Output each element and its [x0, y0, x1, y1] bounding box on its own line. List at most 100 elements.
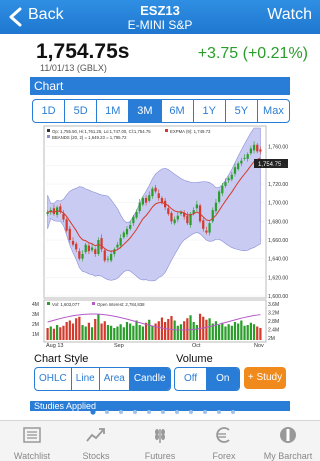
- candle-body: [103, 250, 106, 261]
- quote-date: 11/01/13 (GBLX): [40, 63, 107, 73]
- bbands-legend-swatch: [47, 135, 50, 138]
- volume-bar: [189, 315, 192, 340]
- volume-bar: [71, 323, 75, 340]
- watchlist-icon: [23, 427, 41, 443]
- volume-bar: [230, 325, 233, 340]
- volume-bar: [160, 317, 164, 340]
- tab-futures[interactable]: Futures: [128, 426, 192, 461]
- candle-body: [256, 144, 259, 152]
- candle-body: [106, 258, 110, 260]
- volume-axis-right-label: 2M: [268, 336, 275, 342]
- page-dot: [147, 410, 151, 414]
- price-chart[interactable]: Op: 1,755.50, Hi:1,761.25, Lo:1,747.00, …: [30, 124, 290, 348]
- page-dot: [203, 410, 207, 414]
- bbands-legend: BBANDS (20, 2) = 1,649.23 = 1,795.72: [52, 135, 127, 140]
- volume-axis-right-label: 2.4M: [268, 328, 279, 334]
- volume-bar: [179, 324, 183, 340]
- candle-body: [186, 215, 189, 224]
- volume-bar: [186, 318, 189, 340]
- style-line[interactable]: Line: [72, 368, 100, 390]
- volume-bar: [157, 321, 160, 340]
- candle-body: [157, 193, 160, 198]
- volume-axis-left-label: 1M: [32, 332, 39, 338]
- tab-my-barchart[interactable]: My Barchart: [256, 426, 320, 461]
- candle-body: [119, 238, 122, 246]
- candle-body: [113, 249, 116, 254]
- page-dot-active: [90, 409, 96, 415]
- page-dot: [175, 410, 179, 414]
- volume-bar: [52, 328, 56, 340]
- volume-bar: [148, 319, 151, 340]
- range-5d[interactable]: 5D: [65, 100, 98, 122]
- range-6m[interactable]: 6M: [162, 100, 194, 122]
- candle-body: [167, 208, 170, 214]
- candle-body: [141, 198, 144, 205]
- volume-bar: [113, 328, 116, 340]
- range-max[interactable]: Max: [258, 100, 289, 122]
- tab-watchlist[interactable]: Watchlist: [0, 426, 64, 461]
- volume-bar: [170, 316, 173, 340]
- candle-body: [249, 148, 252, 154]
- add-study-button[interactable]: + Study: [244, 367, 286, 389]
- candle-body: [110, 254, 113, 261]
- expma-legend: EXPMA (9): 1,749.73: [170, 129, 211, 134]
- volume-on[interactable]: On: [207, 368, 239, 390]
- page-indicator[interactable]: [88, 408, 238, 416]
- candle-body: [208, 223, 211, 233]
- candle-body: [125, 228, 129, 235]
- volume-bar: [49, 326, 52, 340]
- candle-body: [202, 220, 205, 229]
- volume-bar: [164, 322, 167, 340]
- volume-bar: [122, 327, 125, 340]
- volume-bar: [141, 326, 144, 340]
- volume-bar: [151, 325, 154, 340]
- range-3m[interactable]: 3M: [129, 100, 162, 122]
- candle-body: [138, 202, 141, 212]
- candle-body: [116, 244, 119, 248]
- page-dot: [119, 410, 123, 414]
- range-selector: 1D 5D 1M 3M 6M 1Y 5Y Max: [32, 99, 290, 123]
- volume-bar: [135, 320, 138, 340]
- candle-body: [214, 202, 218, 212]
- watch-button[interactable]: Watch: [267, 6, 312, 24]
- candle-body: [189, 213, 192, 226]
- volume-axis-right-label: 3.6M: [268, 302, 279, 308]
- volume-bar: [78, 316, 81, 340]
- volume-bar: [192, 322, 195, 340]
- volume-bar: [132, 325, 135, 340]
- volume-bar: [46, 328, 49, 340]
- volume-bar: [59, 327, 62, 340]
- candle-body: [233, 167, 237, 174]
- range-1d[interactable]: 1D: [33, 100, 66, 122]
- volume-axis-left-label: 4M: [32, 302, 39, 308]
- volume-label: Volume: [176, 353, 213, 365]
- volume-bar: [87, 322, 90, 340]
- volume-bar: [252, 324, 256, 340]
- page-dot: [231, 410, 235, 414]
- style-candle[interactable]: Candle: [129, 368, 170, 390]
- range-5y[interactable]: 5Y: [226, 100, 258, 122]
- volume-bar: [183, 321, 186, 340]
- volume-off[interactable]: Off: [175, 368, 208, 390]
- candle-body: [259, 149, 262, 152]
- range-1y[interactable]: 1Y: [194, 100, 226, 122]
- candle-body: [68, 228, 71, 240]
- candle-body: [154, 187, 157, 192]
- volume-bar: [240, 320, 243, 340]
- volume-bar: [246, 325, 249, 340]
- volume-bar: [138, 325, 141, 340]
- volume-bar: [233, 322, 237, 340]
- price-change: +3.75 (+0.21%): [197, 45, 308, 62]
- candle-body: [151, 188, 154, 197]
- page-dot: [105, 410, 109, 414]
- tab-stocks[interactable]: Stocks: [64, 426, 128, 461]
- candle-body: [75, 243, 78, 250]
- range-1m[interactable]: 1M: [97, 100, 130, 122]
- style-area[interactable]: Area: [100, 368, 130, 390]
- volume-bar: [68, 320, 71, 340]
- style-ohlc[interactable]: OHLC: [35, 368, 72, 390]
- expma-legend-swatch: [165, 129, 168, 132]
- barchart-icon: [280, 427, 296, 443]
- tab-forex[interactable]: Forex: [192, 426, 256, 461]
- price-axis-label: 1,680.00: [268, 219, 288, 225]
